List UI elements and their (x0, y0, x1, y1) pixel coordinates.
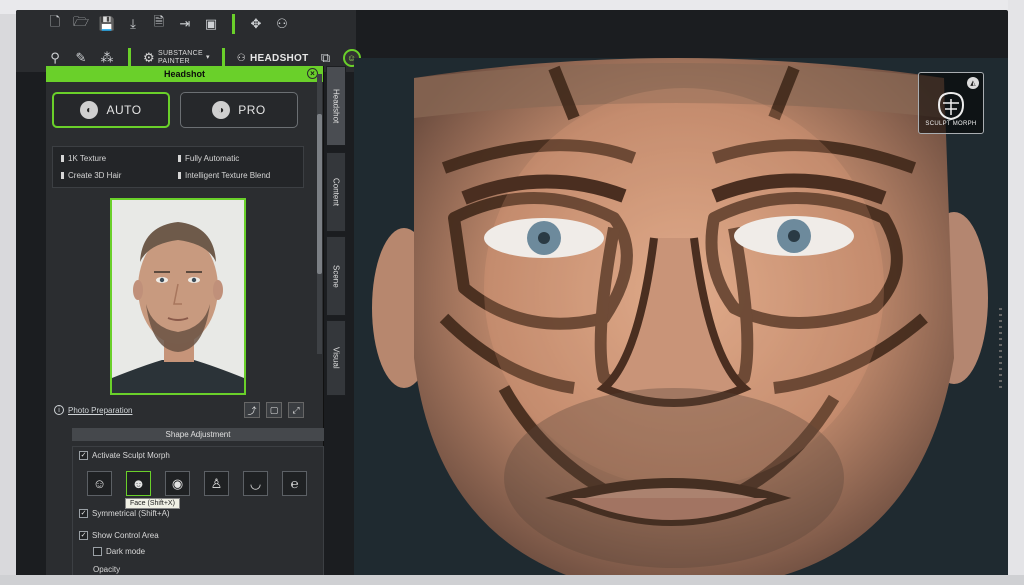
photo-preparation-row: i Photo Preparation ⤴ ▢ ⤢ (54, 402, 304, 418)
checkbox-checked[interactable]: ✓ (79, 451, 88, 460)
show-control-area-label: Show Control Area (92, 531, 159, 540)
symmetrical-checkbox[interactable]: ✓ Symmetrical (Shift+A) (79, 509, 170, 518)
photo-actions: ⤴ ▢ ⤢ (244, 402, 304, 418)
mouth-icon[interactable]: ◡ (243, 471, 268, 496)
open-folder-icon[interactable]: 🗁 (72, 14, 90, 33)
load-photo-icon[interactable]: ⤴ (244, 402, 260, 418)
chevron-down-icon: ▾ (205, 54, 210, 61)
sculpt-morph-badge-label: SCULPT MORPH (925, 121, 977, 127)
feature-item: Create 3D Hair (61, 170, 178, 181)
checkbox-checked[interactable]: ✓ (79, 509, 88, 518)
feature-list: 1K Texture Fully Automatic Create 3D Hai… (52, 146, 304, 188)
face-part-selector: ☺ ☻ ◉ ♙ ◡ ℮ (87, 471, 307, 496)
import-icon[interactable]: ⤓ (124, 15, 142, 33)
portrait-image (112, 200, 244, 393)
checkbox-unchecked[interactable] (93, 547, 102, 556)
gear-icon: ⚙ (143, 50, 155, 65)
app-screen: 🗋 🗁 💾 ⤓ 🗎 ⇥ ▣ ✥ ⚇ ⚲ ✎ ⁂ ⚙ SUBSTANCE PAIN… (16, 10, 1008, 578)
sculpt-morph-badge: ◭ SCULPT MORPH (918, 72, 984, 134)
toolbar-row-file: 🗋 🗁 💾 ⤓ 🗎 ⇥ ▣ ✥ ⚇ (16, 10, 291, 38)
ear-icon[interactable]: ℮ (282, 471, 307, 496)
checkbox-checked[interactable]: ✓ (79, 531, 88, 540)
pro-mode-label: PRO (238, 103, 266, 117)
tab-headshot[interactable]: Headshot (326, 66, 346, 146)
scrollbar-thumb[interactable] (317, 114, 322, 274)
activate-sculpt-morph-checkbox[interactable]: ✓ Activate Sculpt Morph (79, 451, 170, 460)
substance-label: SUBSTANCE (157, 50, 203, 57)
morph-icon[interactable]: ⚲ (46, 49, 64, 67)
panel-scrollbar[interactable] (317, 74, 322, 354)
opacity-row: Opacity (93, 565, 120, 574)
cluster-icon[interactable]: ⁂ (98, 49, 116, 67)
toolbar-separator (128, 48, 131, 68)
pro-head-icon: ◑ (212, 101, 231, 119)
dark-mode-label: Dark mode (106, 547, 146, 556)
info-icon[interactable]: i (54, 405, 64, 415)
brush-icon[interactable]: ✎ (72, 49, 90, 67)
feature-item: 1K Texture (61, 153, 178, 164)
auto-mode-label: AUTO (106, 103, 142, 117)
feature-item: Intelligent Texture Blend (178, 170, 295, 181)
face-tooltip: Face (Shift+X) (125, 498, 180, 509)
sculpt-morph-section: ✓ Activate Sculpt Morph ☺ ☻ ◉ ♙ ◡ ℮ Face… (72, 446, 324, 578)
toolbar-separator (232, 14, 235, 34)
tab-scene-label: Scene (331, 264, 341, 288)
auto-mode-button[interactable]: ◐ AUTO (52, 92, 170, 128)
headshot-panel: Headshot × ◐ AUTO ◑ PRO 1K Texture Fully… (46, 66, 324, 578)
source-photo[interactable] (110, 198, 246, 395)
save-photo-icon[interactable]: ▢ (266, 402, 282, 418)
activate-sculpt-label: Activate Sculpt Morph (92, 451, 170, 460)
feature-item: Fully Automatic (178, 153, 295, 164)
mode-toggle-icon[interactable]: ◭ (967, 77, 979, 89)
tab-scene[interactable]: Scene (326, 236, 346, 316)
3d-viewport[interactable]: ◭ SCULPT MORPH (354, 58, 1008, 578)
mode-selector: ◐ AUTO ◑ PRO (52, 92, 298, 128)
headshot-label: HEADSHOT (250, 52, 309, 64)
headshot-button[interactable]: ⚇ HEADSHOT (237, 53, 309, 64)
dark-mode-checkbox[interactable]: Dark mode (93, 547, 145, 556)
monitor-bezel-right (1008, 0, 1024, 585)
head-part-icon[interactable]: ☺ (87, 471, 112, 496)
sculpt-head-icon (937, 91, 965, 121)
photo-preparation-link[interactable]: Photo Preparation (68, 406, 133, 415)
opacity-label: Opacity (93, 565, 121, 574)
auto-head-icon: ◐ (80, 101, 99, 119)
panel-title: Headshot (163, 69, 205, 79)
tab-headshot-label: Headshot (331, 88, 341, 124)
headshot-icon: ⚇ (236, 52, 247, 64)
painter-label: PAINTER (157, 58, 190, 65)
new-file-icon[interactable]: 🗋 (46, 14, 64, 33)
save-icon[interactable]: 💾 (98, 15, 116, 33)
transform-icon[interactable]: ✥ (247, 15, 265, 33)
symmetrical-label: Symmetrical (Shift+A) (92, 509, 170, 518)
tab-visual-label: Visual (331, 347, 341, 369)
main-toolbar: 🗋 🗁 💾 ⤓ 🗎 ⇥ ▣ ✥ ⚇ ⚲ ✎ ⁂ ⚙ SUBSTANCE PAIN… (16, 10, 361, 72)
monitor-bezel-bottom (0, 575, 1024, 585)
render-icon[interactable]: ▣ (202, 15, 220, 33)
document-icon[interactable]: 🗎 (150, 14, 168, 33)
crop-photo-icon[interactable]: ⤢ (288, 402, 304, 418)
panel-title-bar: Headshot × (46, 66, 323, 82)
nose-icon[interactable]: ♙ (204, 471, 229, 496)
pose-icon[interactable]: ⚇ (273, 15, 291, 33)
face-part-icon[interactable]: ☻ (126, 471, 151, 496)
pro-mode-button[interactable]: ◑ PRO (180, 92, 298, 128)
side-tabs: Headshot Content Scene Visual (326, 66, 346, 396)
tab-content[interactable]: Content (326, 152, 346, 232)
eye-icon[interactable]: ◉ (165, 471, 190, 496)
tab-content-label: Content (331, 177, 341, 207)
viewport-resize-handle[interactable] (999, 308, 1002, 388)
shape-adjustment-header[interactable]: Shape Adjustment (72, 428, 324, 441)
toolbar-separator (221, 48, 225, 68)
sculpted-head-model (354, 58, 1008, 578)
export-icon[interactable]: ⇥ (176, 15, 194, 33)
substance-painter-button[interactable]: ⚙ SUBSTANCE PAINTER ▾ (143, 50, 210, 66)
copy-icon[interactable]: ⧉ (317, 49, 335, 67)
shape-adjustment-title: Shape Adjustment (165, 430, 231, 439)
show-control-area-checkbox[interactable]: ✓ Show Control Area (79, 531, 159, 540)
tab-visual[interactable]: Visual (326, 320, 346, 396)
